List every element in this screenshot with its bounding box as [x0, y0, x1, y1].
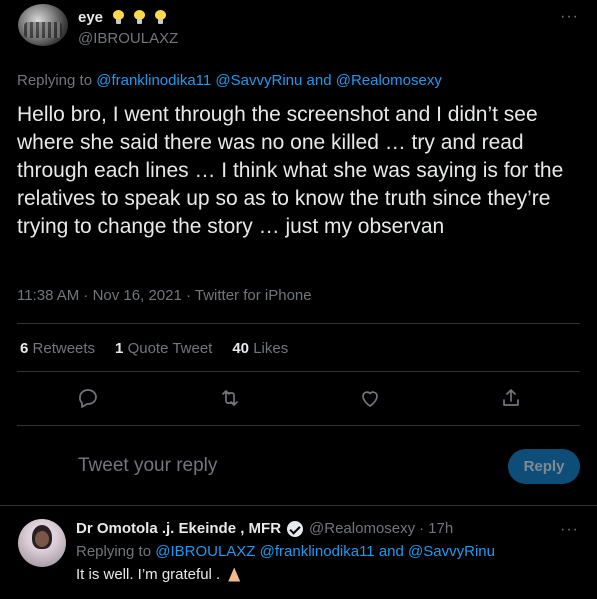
reply-icon[interactable]: [76, 386, 100, 410]
display-name[interactable]: Dr Omotola .j. Ekeinde , MFR: [76, 520, 281, 537]
tweet-text: Hello bro, I went through the screenshot…: [17, 103, 564, 238]
separator-dot: ·: [419, 520, 425, 537]
author-handle[interactable]: @IBROULAXZ: [78, 30, 178, 47]
avatar[interactable]: [18, 4, 68, 46]
retweet-icon[interactable]: [218, 386, 242, 410]
share-icon[interactable]: [499, 386, 523, 410]
avatar[interactable]: [18, 519, 66, 567]
reply-input[interactable]: Tweet your reply: [78, 455, 217, 477]
more-options-icon[interactable]: ···: [560, 521, 579, 539]
reply-button[interactable]: Reply: [508, 449, 580, 484]
likes-stat[interactable]: 40 Likes: [232, 340, 288, 357]
divider: [17, 323, 580, 324]
quote-tweets-stat[interactable]: 1 Quote Tweet: [115, 340, 212, 357]
reply-time[interactable]: 17h: [428, 520, 453, 537]
mention-link[interactable]: @franklinodika11: [96, 72, 211, 89]
reply-text: It is well. I’m grateful .: [76, 566, 242, 583]
action-bar: [0, 386, 597, 410]
more-options-icon[interactable]: ···: [560, 8, 579, 26]
mention-link[interactable]: @SavvyRinu: [215, 72, 302, 89]
replying-prefix: Replying to: [76, 543, 152, 560]
folded-hands-icon: [226, 567, 242, 583]
display-name[interactable]: eye: [78, 9, 103, 26]
author-name[interactable]: eye: [78, 9, 167, 26]
lightbulb-icon: [134, 10, 146, 25]
tweet-stats: 6 Retweets 1 Quote Tweet 40 Likes: [20, 340, 288, 357]
lightbulb-icon: [113, 10, 125, 25]
tweet-timestamp[interactable]: 11:38 AM · Nov 16, 2021 · Twitter for iP…: [17, 287, 312, 304]
divider: [17, 371, 580, 372]
verified-icon: [287, 520, 304, 537]
like-icon[interactable]: [358, 386, 382, 410]
mention-link[interactable]: @IBROULAXZ: [155, 543, 255, 560]
mention-link[interactable]: @SavvyRinu: [408, 543, 495, 560]
reply-header: Dr Omotola .j. Ekeinde , MFR @Realomosex…: [76, 520, 453, 537]
retweets-stat[interactable]: 6 Retweets: [20, 340, 95, 357]
replying-and: and: [378, 543, 404, 560]
divider: [0, 505, 597, 506]
mention-link[interactable]: @franklinodika11: [260, 543, 375, 560]
replying-and: and: [306, 72, 332, 89]
mention-link[interactable]: @Realomosexy: [336, 72, 442, 89]
replying-to: Replying to @IBROULAXZ @franklinodika11 …: [76, 543, 495, 560]
lightbulb-icon: [155, 10, 167, 25]
divider: [17, 425, 580, 426]
replying-to: Replying to @franklinodika11 @SavvyRinu …: [17, 72, 442, 89]
reply-body: It is well. I’m grateful .: [76, 566, 221, 583]
replying-prefix: Replying to: [17, 72, 93, 89]
author-handle[interactable]: @Realomosexy: [309, 520, 415, 537]
